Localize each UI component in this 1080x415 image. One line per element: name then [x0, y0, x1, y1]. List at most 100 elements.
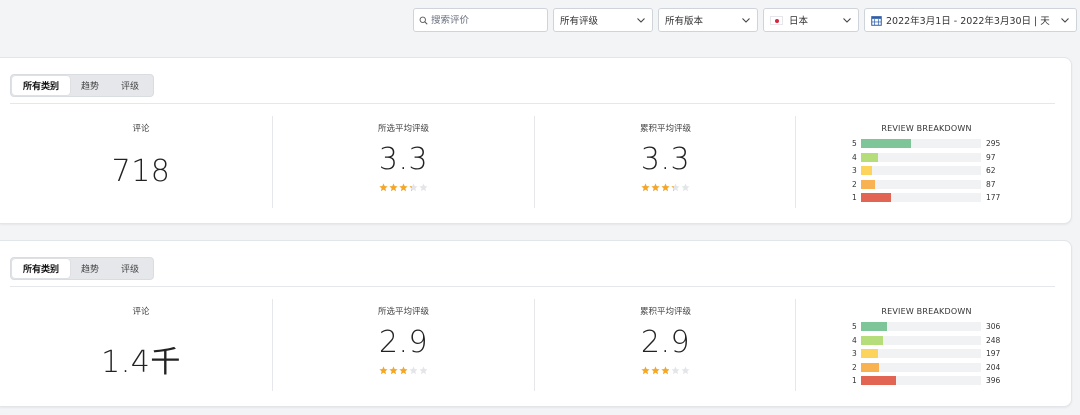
breakdown-rows: 5 306 4 248 3 197 2 204 1 396	[852, 320, 1000, 388]
breakdown-bar-track	[861, 322, 981, 332]
star-icon	[661, 366, 670, 375]
star-icon	[671, 366, 680, 375]
breakdown-bar-fill	[861, 152, 878, 162]
tab-trend[interactable]: 趋势	[70, 259, 110, 278]
star-icon	[641, 366, 650, 375]
ratings-summary-panel: 所有类别 趋势 评级 评论 718 所选平均评级 3.3 累积平均评级 3.3 …	[0, 57, 1072, 224]
calendar-icon	[871, 15, 882, 26]
breakdown-bar-fill	[861, 349, 878, 359]
breakdown-bar-fill	[861, 376, 896, 386]
version-select[interactable]: 所有版本	[658, 8, 758, 32]
cumulative-average-label: 累积平均评级	[639, 124, 691, 134]
star-icon	[651, 183, 660, 192]
search-icon	[419, 16, 428, 25]
selected-average-label: 所选平均评级	[377, 124, 429, 134]
star-icon	[661, 183, 670, 192]
star-icon	[379, 366, 388, 375]
breakdown-count: 197	[986, 349, 1001, 359]
reviews-value: 718	[111, 154, 171, 189]
chevron-down-icon	[741, 15, 751, 25]
selected-average-metric: 所选平均评级 2.9	[272, 299, 534, 391]
selected-average-value: 2.9	[378, 325, 429, 360]
star-icon	[641, 183, 650, 192]
cumulative-average-label: 累积平均评级	[639, 307, 691, 317]
reviews-label: 评论	[132, 307, 150, 317]
star-icon	[389, 183, 398, 192]
chevron-down-icon	[636, 15, 646, 25]
star-icon	[409, 183, 418, 192]
breakdown-bar-track	[861, 362, 981, 372]
breakdown-bar-track	[861, 349, 981, 359]
breakdown-star-level: 4	[852, 335, 857, 345]
breakdown-bar-track	[861, 193, 981, 203]
breakdown-count: 248	[986, 335, 1001, 345]
review-breakdown: REVIEW BREAKDOWN 5 295 4 97 3 62 2 87 1 177	[795, 116, 1057, 208]
ratings-summary-panel: 所有类别 趋势 评级 评论 1.4千 所选平均评级 2.9 累积平均评级 2.9…	[0, 240, 1072, 407]
breakdown-bar-fill	[861, 362, 879, 372]
divider	[10, 286, 1055, 287]
selected-average-value: 3.3	[378, 142, 429, 177]
selected-average-metric: 所选平均评级 3.3	[272, 116, 534, 208]
star-icon	[399, 366, 408, 375]
cumulative-average-metric: 累积平均评级 3.3	[534, 116, 796, 208]
breakdown-count: 295	[986, 139, 1001, 149]
search-box[interactable]	[413, 8, 548, 32]
search-input[interactable]	[431, 14, 541, 26]
cumulative-average-value: 3.3	[640, 142, 691, 177]
star-icon	[389, 366, 398, 375]
star-icon	[681, 366, 690, 375]
star-icon	[671, 183, 680, 192]
breakdown-bar-track	[861, 335, 981, 345]
reviews-metric: 评论 718	[10, 116, 272, 208]
star-rating	[379, 183, 428, 192]
cumulative-average-value: 2.9	[640, 325, 691, 360]
tab-all-categories[interactable]: 所有类别	[12, 259, 70, 278]
breakdown-count: 177	[986, 193, 1001, 203]
breakdown-bar-track	[861, 139, 981, 149]
star-icon	[651, 366, 660, 375]
breakdown-count: 396	[986, 376, 1001, 386]
view-tabs: 所有类别 趋势 评级	[10, 74, 154, 97]
breakdown-row: 2 87	[852, 178, 1000, 192]
reviews-label: 评论	[132, 124, 150, 134]
tab-ratings[interactable]: 评级	[110, 76, 150, 95]
star-icon	[681, 183, 690, 192]
star-icon	[379, 183, 388, 192]
star-rating	[641, 183, 690, 192]
breakdown-row: 2 204	[852, 361, 1000, 375]
breakdown-title: REVIEW BREAKDOWN	[881, 124, 972, 133]
breakdown-row: 1 396	[852, 374, 1000, 388]
review-breakdown: REVIEW BREAKDOWN 5 306 4 248 3 197 2 204 1 396	[795, 299, 1057, 391]
breakdown-count: 204	[986, 362, 1001, 372]
version-select-value: 所有版本	[665, 16, 704, 27]
breakdown-bar-fill	[861, 166, 872, 176]
breakdown-bar-fill	[861, 193, 891, 203]
japan-flag-icon	[770, 15, 783, 25]
divider	[10, 103, 1055, 104]
breakdown-bar-fill	[861, 179, 876, 189]
breakdown-row: 1 177	[852, 191, 1000, 205]
breakdown-count: 306	[986, 322, 1001, 332]
star-icon	[419, 183, 428, 192]
star-rating	[641, 366, 690, 375]
reviews-metric: 评论 1.4千	[10, 299, 272, 391]
date-range-select[interactable]: 2022年3月1日 - 2022年3月30日 | 天	[864, 8, 1077, 32]
breakdown-star-level: 4	[852, 152, 857, 162]
star-rating	[379, 366, 428, 375]
rating-select[interactable]: 所有评级	[553, 8, 653, 32]
tab-all-categories[interactable]: 所有类别	[12, 76, 70, 95]
rating-select-value: 所有评级	[560, 16, 599, 27]
selected-average-label: 所选平均评级	[377, 307, 429, 317]
breakdown-star-level: 3	[852, 349, 857, 359]
breakdown-bar-fill	[861, 335, 883, 345]
tab-trend[interactable]: 趋势	[70, 76, 110, 95]
breakdown-star-level: 3	[852, 166, 857, 176]
breakdown-bar-fill	[861, 322, 888, 332]
breakdown-bar-track	[861, 376, 981, 386]
breakdown-row: 3 197	[852, 347, 1000, 361]
breakdown-rows: 5 295 4 97 3 62 2 87 1 177	[852, 137, 1000, 205]
breakdown-row: 4 248	[852, 334, 1000, 348]
country-select[interactable]: 日本	[763, 8, 859, 32]
chevron-down-icon	[842, 15, 852, 25]
tab-ratings[interactable]: 评级	[110, 259, 150, 278]
